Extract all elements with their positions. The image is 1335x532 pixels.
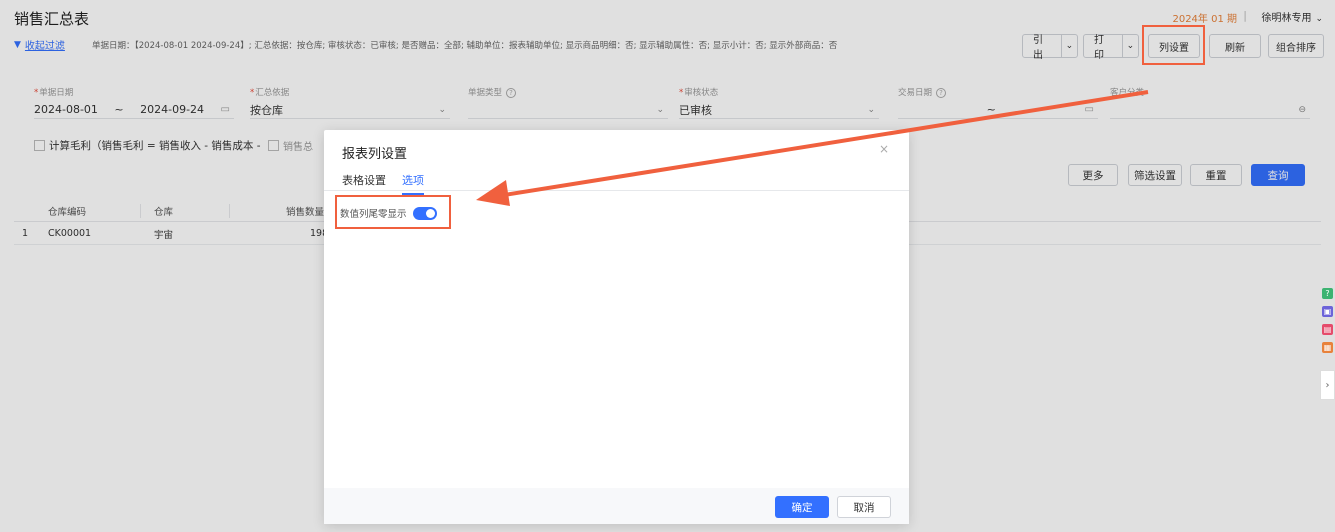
chevron-right-icon[interactable]: › bbox=[1320, 370, 1335, 400]
highlight-option bbox=[335, 195, 451, 229]
modal-tabs: 表格设置 选项 bbox=[342, 172, 424, 195]
message-icon[interactable]: ▤ bbox=[1322, 324, 1333, 335]
column-settings-modal: 报表列设置 × 表格设置 选项 数值列尾零显示 确定 取消 bbox=[324, 130, 909, 524]
close-icon[interactable]: × bbox=[879, 142, 889, 156]
side-toolbar: ? ▣ ▤ ▦ › bbox=[1320, 288, 1335, 438]
tab-table-settings[interactable]: 表格设置 bbox=[342, 172, 386, 190]
modal-title: 报表列设置 bbox=[342, 147, 408, 162]
cancel-button[interactable]: 取消 bbox=[837, 496, 891, 518]
tab-divider bbox=[324, 190, 909, 191]
chat-icon[interactable]: ▣ bbox=[1322, 306, 1333, 317]
gift-icon[interactable]: ▦ bbox=[1322, 342, 1333, 353]
highlight-column-settings bbox=[1142, 25, 1205, 65]
ok-button[interactable]: 确定 bbox=[775, 496, 829, 518]
tab-options[interactable]: 选项 bbox=[402, 172, 424, 195]
page: 销售汇总表 2024年 01 期 | 徐明林专用 ⌄ ▼ 收起过滤 单据日期：【2… bbox=[0, 0, 1335, 532]
help-icon[interactable]: ? bbox=[1322, 288, 1333, 299]
